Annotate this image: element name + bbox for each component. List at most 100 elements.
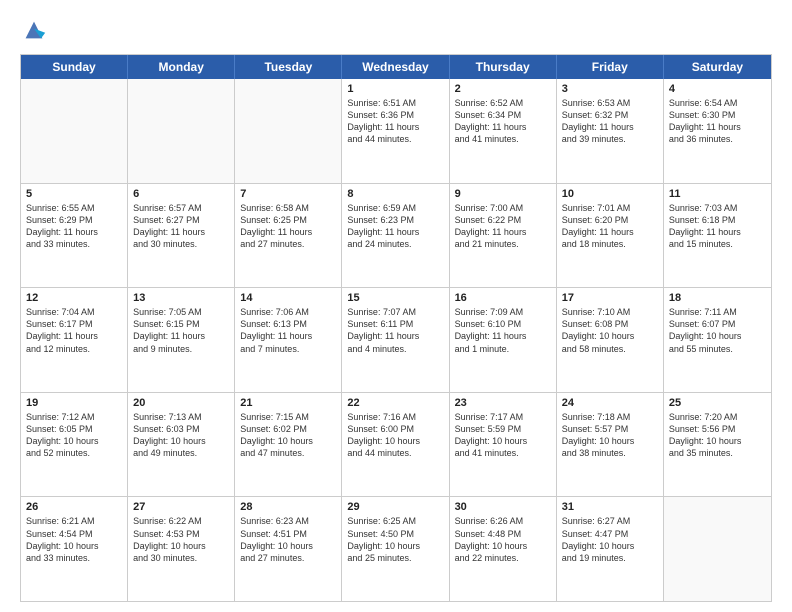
day-cell-29: 29Sunrise: 6:25 AM Sunset: 4:50 PM Dayli… (342, 497, 449, 601)
day-number-3: 3 (562, 83, 658, 95)
day-info-27: Sunrise: 6:22 AM Sunset: 4:53 PM Dayligh… (133, 515, 229, 564)
day-cell-1: 1 Sunrise: 6:51 AM Sunset: 6:36 PM Daylig… (342, 79, 449, 183)
day-number-13: 13 (133, 292, 229, 304)
page: SundayMondayTuesdayWednesdayThursdayFrid… (0, 0, 792, 612)
day-cell-4: 4 Sunrise: 6:54 AM Sunset: 6:30 PM Daylig… (664, 79, 771, 183)
day-info-5: Sunrise: 6:55 AM Sunset: 6:29 PM Dayligh… (26, 202, 122, 251)
day-info-17: Sunrise: 7:10 AM Sunset: 6:08 PM Dayligh… (562, 306, 658, 355)
day-number-28: 28 (240, 501, 336, 513)
day-cell-26: 26Sunrise: 6:21 AM Sunset: 4:54 PM Dayli… (21, 497, 128, 601)
day-number-20: 20 (133, 397, 229, 409)
day-cell-18: 18 Sunrise: 7:11 AM Sunset: 6:07 PM Dayli… (664, 288, 771, 392)
day-number-9: 9 (455, 188, 551, 200)
day-number-5: 5 (26, 188, 122, 200)
day-cell-20: 20 Sunrise: 7:13 AM Sunset: 6:03 PM Dayli… (128, 393, 235, 497)
day-info-16: Sunrise: 7:09 AM Sunset: 6:10 PM Dayligh… (455, 306, 551, 355)
empty-cell-0-2 (235, 79, 342, 183)
weekday-header-sunday: Sunday (21, 55, 128, 79)
day-cell-22: 22 Sunrise: 7:16 AM Sunset: 6:00 PM Dayli… (342, 393, 449, 497)
header (20, 16, 772, 44)
calendar-row-0: 1 Sunrise: 6:51 AM Sunset: 6:36 PM Daylig… (21, 79, 771, 184)
day-number-12: 12 (26, 292, 122, 304)
day-info-20: Sunrise: 7:13 AM Sunset: 6:03 PM Dayligh… (133, 411, 229, 460)
day-cell-3: 3 Sunrise: 6:53 AM Sunset: 6:32 PM Daylig… (557, 79, 664, 183)
day-info-1: Sunrise: 6:51 AM Sunset: 6:36 PM Dayligh… (347, 97, 443, 146)
day-number-22: 22 (347, 397, 443, 409)
day-cell-17: 17 Sunrise: 7:10 AM Sunset: 6:08 PM Dayli… (557, 288, 664, 392)
day-info-22: Sunrise: 7:16 AM Sunset: 6:00 PM Dayligh… (347, 411, 443, 460)
day-info-12: Sunrise: 7:04 AM Sunset: 6:17 PM Dayligh… (26, 306, 122, 355)
day-info-10: Sunrise: 7:01 AM Sunset: 6:20 PM Dayligh… (562, 202, 658, 251)
empty-cell-4-6 (664, 497, 771, 601)
weekday-header-friday: Friday (557, 55, 664, 79)
day-info-23: Sunrise: 7:17 AM Sunset: 5:59 PM Dayligh… (455, 411, 551, 460)
day-info-28: Sunrise: 6:23 AM Sunset: 4:51 PM Dayligh… (240, 515, 336, 564)
day-info-4: Sunrise: 6:54 AM Sunset: 6:30 PM Dayligh… (669, 97, 766, 146)
day-info-11: Sunrise: 7:03 AM Sunset: 6:18 PM Dayligh… (669, 202, 766, 251)
day-info-25: Sunrise: 7:20 AM Sunset: 5:56 PM Dayligh… (669, 411, 766, 460)
day-cell-5: 5 Sunrise: 6:55 AM Sunset: 6:29 PM Daylig… (21, 184, 128, 288)
day-cell-31: 31 Sunrise: 6:27 AM Sunset: 4:47 PM Dayli… (557, 497, 664, 601)
day-number-8: 8 (347, 188, 443, 200)
day-info-31: Sunrise: 6:27 AM Sunset: 4:47 PM Dayligh… (562, 515, 658, 564)
day-number-11: 11 (669, 188, 766, 200)
day-cell-19: 19 Sunrise: 7:12 AM Sunset: 6:05 PM Dayli… (21, 393, 128, 497)
day-info-2: Sunrise: 6:52 AM Sunset: 6:34 PM Dayligh… (455, 97, 551, 146)
day-number-17: 17 (562, 292, 658, 304)
day-number-19: 19 (26, 397, 122, 409)
day-number-25: 25 (669, 397, 766, 409)
day-number-2: 2 (455, 83, 551, 95)
day-info-30: Sunrise: 6:26 AM Sunset: 4:48 PM Dayligh… (455, 515, 551, 564)
calendar-row-4: 26Sunrise: 6:21 AM Sunset: 4:54 PM Dayli… (21, 497, 771, 601)
day-number-16: 16 (455, 292, 551, 304)
calendar-row-2: 12 Sunrise: 7:04 AM Sunset: 6:17 PM Dayli… (21, 288, 771, 393)
day-cell-16: 16 Sunrise: 7:09 AM Sunset: 6:10 PM Dayli… (450, 288, 557, 392)
day-info-24: Sunrise: 7:18 AM Sunset: 5:57 PM Dayligh… (562, 411, 658, 460)
day-cell-24: 24Sunrise: 7:18 AM Sunset: 5:57 PM Dayli… (557, 393, 664, 497)
day-info-14: Sunrise: 7:06 AM Sunset: 6:13 PM Dayligh… (240, 306, 336, 355)
weekday-header-thursday: Thursday (450, 55, 557, 79)
logo-icon (20, 16, 48, 44)
day-number-23: 23 (455, 397, 551, 409)
day-cell-21: 21 Sunrise: 7:15 AM Sunset: 6:02 PM Dayli… (235, 393, 342, 497)
day-cell-11: 11 Sunrise: 7:03 AM Sunset: 6:18 PM Dayli… (664, 184, 771, 288)
day-number-31: 31 (562, 501, 658, 513)
day-number-15: 15 (347, 292, 443, 304)
day-cell-7: 7 Sunrise: 6:58 AM Sunset: 6:25 PM Daylig… (235, 184, 342, 288)
weekday-header-tuesday: Tuesday (235, 55, 342, 79)
day-info-15: Sunrise: 7:07 AM Sunset: 6:11 PM Dayligh… (347, 306, 443, 355)
day-info-7: Sunrise: 6:58 AM Sunset: 6:25 PM Dayligh… (240, 202, 336, 251)
day-cell-25: 25 Sunrise: 7:20 AM Sunset: 5:56 PM Dayli… (664, 393, 771, 497)
day-cell-23: 23 Sunrise: 7:17 AM Sunset: 5:59 PM Dayli… (450, 393, 557, 497)
day-number-1: 1 (347, 83, 443, 95)
day-info-19: Sunrise: 7:12 AM Sunset: 6:05 PM Dayligh… (26, 411, 122, 460)
day-number-6: 6 (133, 188, 229, 200)
day-number-7: 7 (240, 188, 336, 200)
day-info-18: Sunrise: 7:11 AM Sunset: 6:07 PM Dayligh… (669, 306, 766, 355)
weekday-header-monday: Monday (128, 55, 235, 79)
day-number-21: 21 (240, 397, 336, 409)
day-cell-28: 28 Sunrise: 6:23 AM Sunset: 4:51 PM Dayli… (235, 497, 342, 601)
calendar-row-3: 19 Sunrise: 7:12 AM Sunset: 6:05 PM Dayli… (21, 393, 771, 498)
day-info-13: Sunrise: 7:05 AM Sunset: 6:15 PM Dayligh… (133, 306, 229, 355)
day-info-21: Sunrise: 7:15 AM Sunset: 6:02 PM Dayligh… (240, 411, 336, 460)
day-number-26: 26 (26, 501, 122, 513)
empty-cell-0-0 (21, 79, 128, 183)
day-cell-6: 6Sunrise: 6:57 AM Sunset: 6:27 PM Daylig… (128, 184, 235, 288)
day-cell-15: 15 Sunrise: 7:07 AM Sunset: 6:11 PM Dayli… (342, 288, 449, 392)
day-cell-8: 8 Sunrise: 6:59 AM Sunset: 6:23 PM Daylig… (342, 184, 449, 288)
day-cell-12: 12 Sunrise: 7:04 AM Sunset: 6:17 PM Dayli… (21, 288, 128, 392)
day-number-4: 4 (669, 83, 766, 95)
day-number-14: 14 (240, 292, 336, 304)
day-number-18: 18 (669, 292, 766, 304)
logo (20, 16, 52, 44)
day-info-8: Sunrise: 6:59 AM Sunset: 6:23 PM Dayligh… (347, 202, 443, 251)
day-info-29: Sunrise: 6:25 AM Sunset: 4:50 PM Dayligh… (347, 515, 443, 564)
calendar-body: 1 Sunrise: 6:51 AM Sunset: 6:36 PM Daylig… (21, 79, 771, 601)
weekday-header-saturday: Saturday (664, 55, 771, 79)
day-cell-14: 14 Sunrise: 7:06 AM Sunset: 6:13 PM Dayli… (235, 288, 342, 392)
weekday-header-wednesday: Wednesday (342, 55, 449, 79)
day-number-30: 30 (455, 501, 551, 513)
calendar-row-1: 5 Sunrise: 6:55 AM Sunset: 6:29 PM Daylig… (21, 184, 771, 289)
day-info-3: Sunrise: 6:53 AM Sunset: 6:32 PM Dayligh… (562, 97, 658, 146)
